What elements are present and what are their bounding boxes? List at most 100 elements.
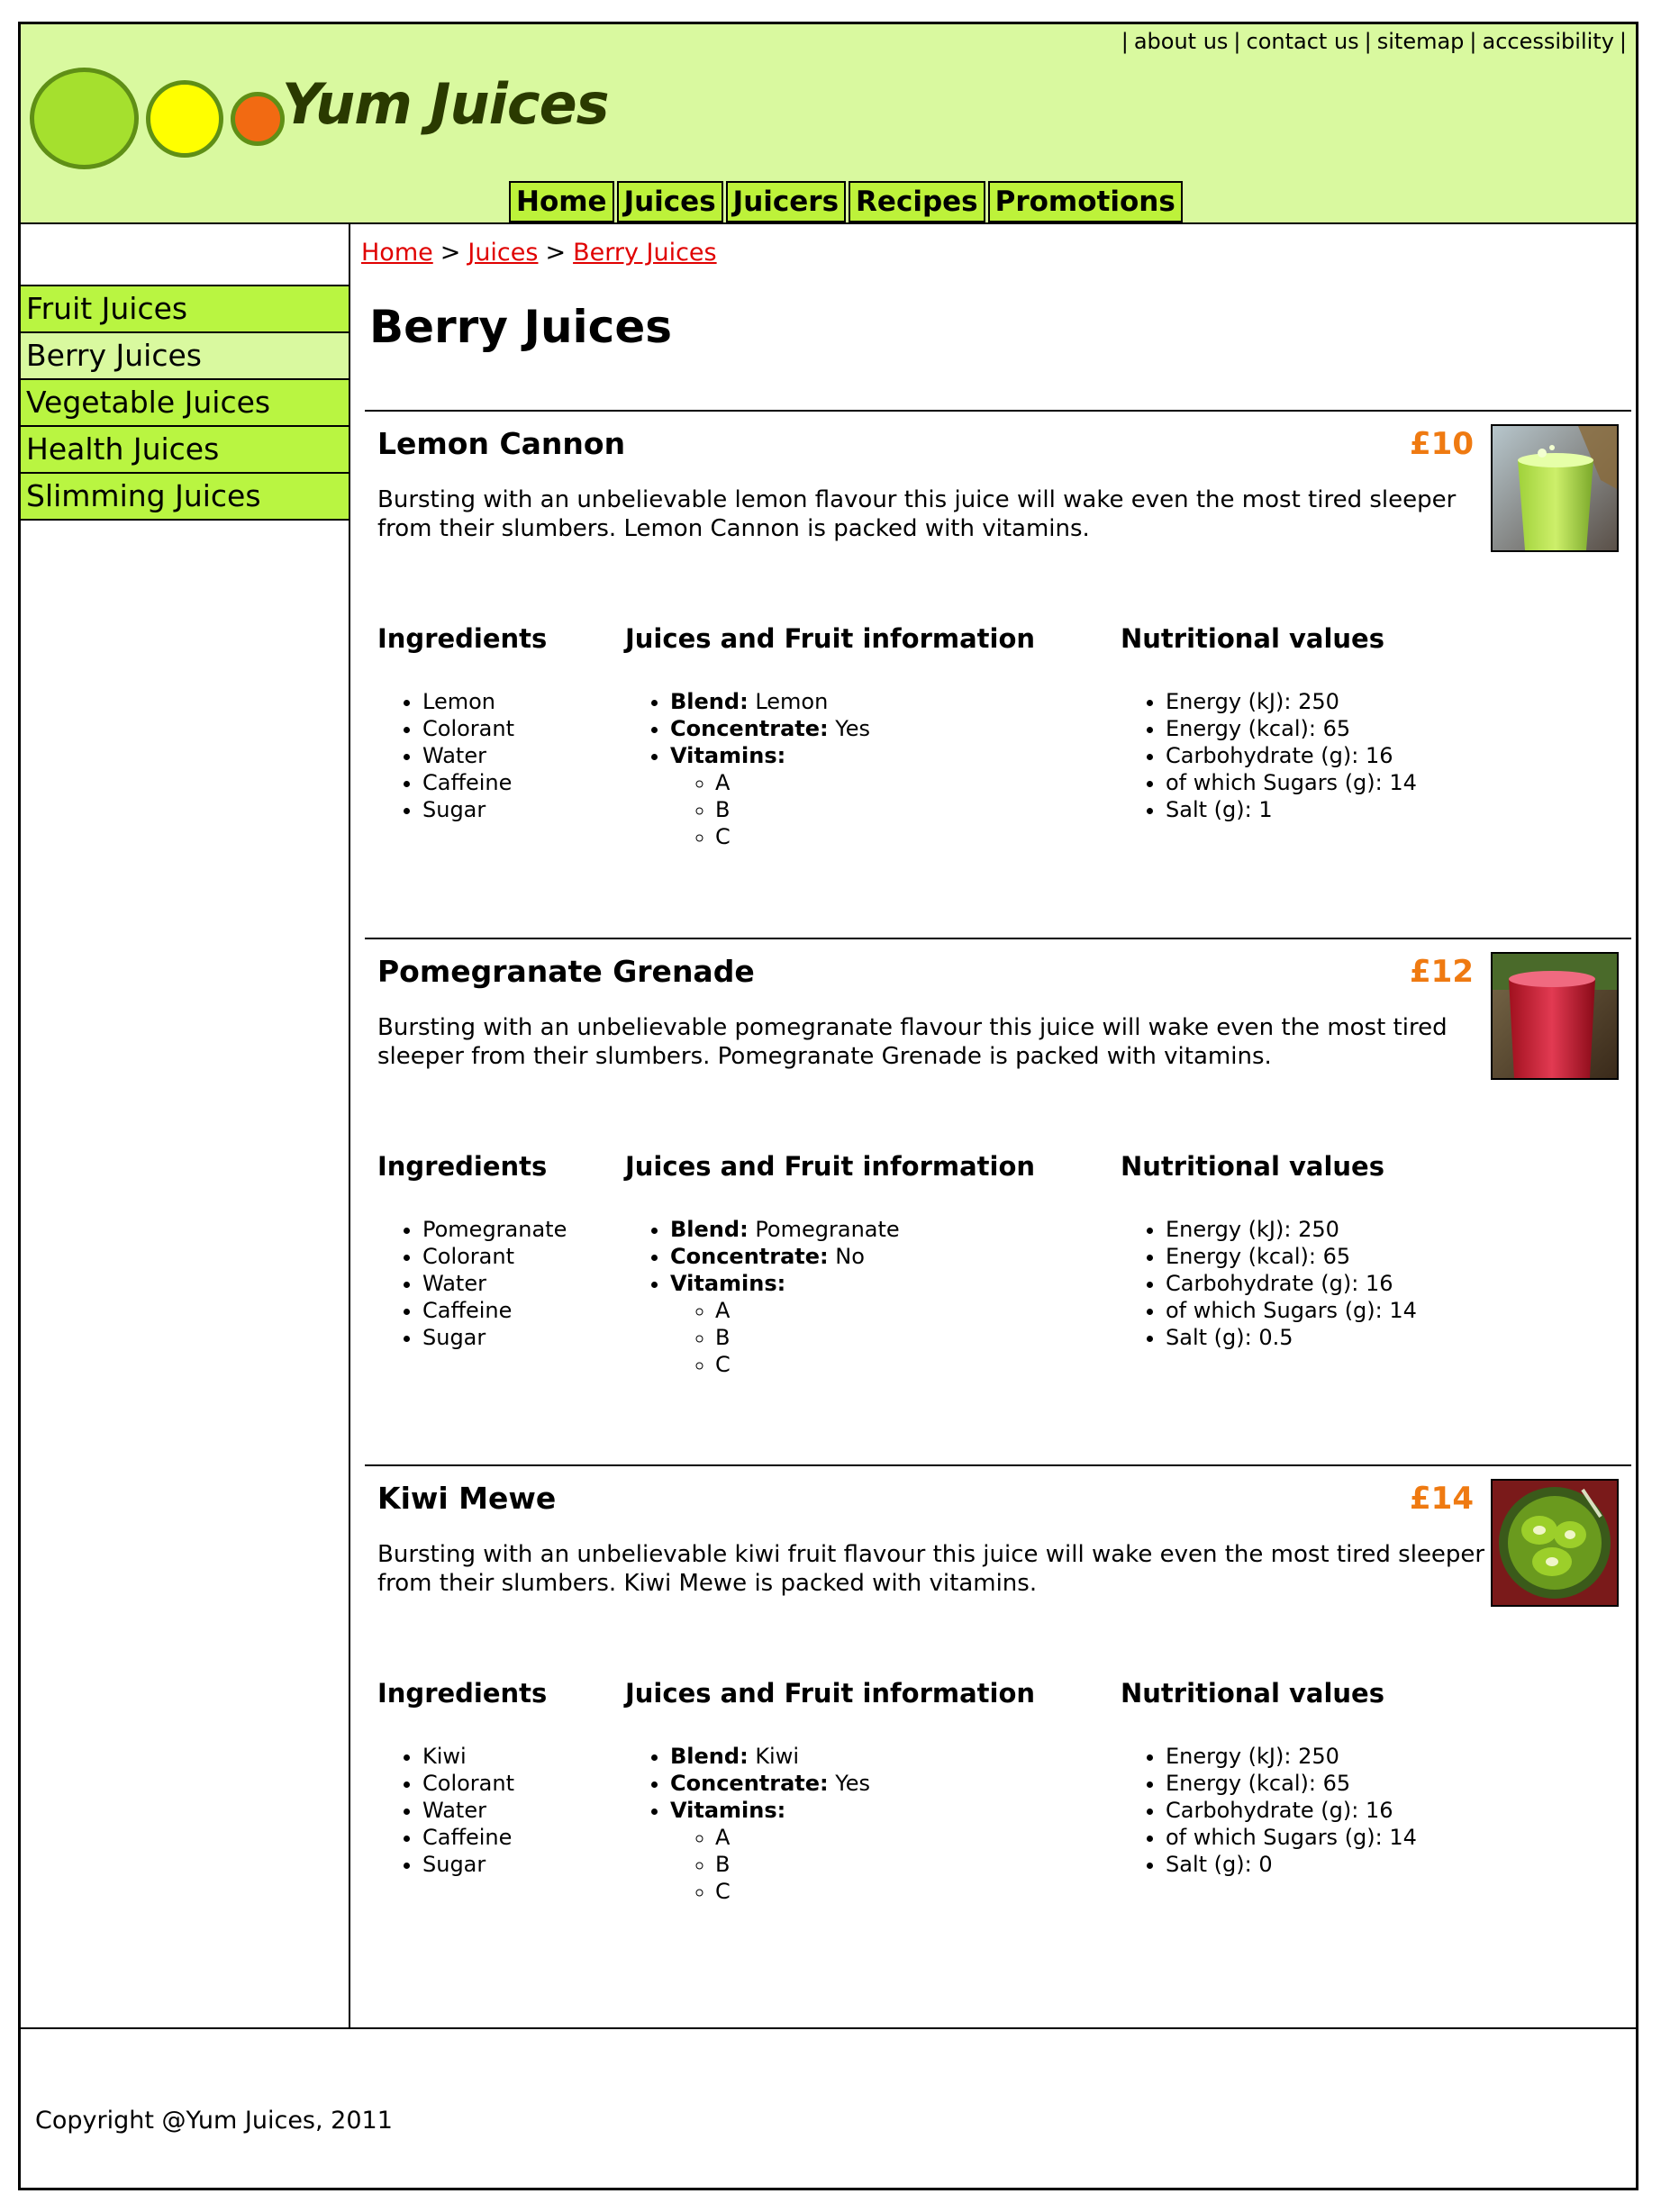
list-item: Colorant: [422, 1770, 547, 1797]
breadcrumb-home[interactable]: Home: [361, 239, 433, 267]
sidebar-item-berry-juices[interactable]: Berry Juices: [21, 331, 349, 378]
nav-promotions[interactable]: Promotions: [987, 181, 1183, 222]
list-item: C: [715, 823, 1035, 850]
utility-separator: |: [1619, 29, 1627, 54]
concentrate-value: Yes: [835, 1771, 871, 1796]
ingredients-list: Lemon Colorant Water Caffeine Sugar: [377, 688, 547, 823]
list-item: Sugar: [422, 796, 547, 823]
nav-juices[interactable]: Juices: [616, 181, 723, 222]
sidebar-nav: Fruit Juices Berry Juices Vegetable Juic…: [21, 285, 349, 521]
blend-value: Kiwi: [755, 1744, 800, 1769]
list-item: of which Sugars (g): 14: [1166, 1297, 1417, 1324]
utility-separator: |: [1233, 29, 1241, 54]
list-item: Sugar: [422, 1851, 547, 1878]
sidebar-item-slimming-juices[interactable]: Slimming Juices: [21, 472, 349, 521]
nutrition-heading: Nutritional values: [1121, 1151, 1384, 1182]
sidebar-item-fruit-juices[interactable]: Fruit Juices: [21, 285, 349, 331]
list-item: Vitamins: A B C: [670, 1270, 1035, 1378]
breadcrumb-berry-juices[interactable]: Berry Juices: [573, 239, 717, 267]
breadcrumb-separator: >: [440, 239, 461, 267]
list-item: Carbohydrate (g): 16: [1166, 1270, 1417, 1297]
list-item: Energy (kcal): 65: [1166, 1243, 1417, 1270]
utility-link-sitemap[interactable]: sitemap: [1377, 29, 1465, 54]
vitamins-list: A B C: [670, 769, 1035, 850]
product-image-kiwi-juice[interactable]: [1491, 1479, 1619, 1607]
list-item: Lemon: [422, 688, 547, 715]
nav-juicers[interactable]: Juicers: [725, 181, 847, 222]
logo-yellow-circle: [146, 80, 223, 158]
product-description: Bursting with an unbelievable lemon flav…: [377, 486, 1457, 542]
sidebar-item-vegetable-juices[interactable]: Vegetable Juices: [21, 378, 349, 425]
list-item: Blend: Kiwi: [670, 1743, 1035, 1770]
page-frame: | about us | contact us | sitemap | accessibili…: [18, 22, 1638, 2190]
product-image-green-juice[interactable]: [1491, 424, 1619, 552]
nutrition-heading: Nutritional values: [1121, 623, 1384, 654]
nav-home[interactable]: Home: [509, 181, 614, 222]
main-content: Home > Juices > Berry Juices Berry Juices Le…: [350, 224, 1636, 2027]
breadcrumb-juices[interactable]: Juices: [467, 239, 538, 267]
list-item: Energy (kcal): 65: [1166, 1770, 1417, 1797]
list-item: Colorant: [422, 715, 547, 742]
utility-links: | about us | contact us | sitemap | accessibili…: [1116, 25, 1632, 58]
product-pomegranate-grenade: Pomegranate Grenade £12 Bursting with an…: [365, 938, 1631, 1466]
product-description: Bursting with an unbelievable kiwi fruit…: [377, 1541, 1485, 1597]
list-item: Colorant: [422, 1243, 567, 1270]
ingredients-heading: Ingredients: [377, 623, 548, 654]
concentrate-value: No: [835, 1244, 865, 1269]
utility-link-accessibility[interactable]: accessibility: [1483, 29, 1614, 54]
product-name: Kiwi Mewe: [377, 1481, 557, 1516]
info-column: Juices and Fruit information Blend: Kiwi…: [625, 1678, 1035, 1905]
ingredients-column: Ingredients Lemon Colorant Water Caffein…: [377, 623, 547, 823]
list-item: B: [715, 1324, 1035, 1351]
blend-label: Blend:: [670, 689, 749, 714]
product-price: £14: [1410, 1481, 1474, 1517]
product-image-red-juice[interactable]: [1491, 952, 1619, 1080]
logo-green-circle: [30, 68, 139, 169]
nav-recipes[interactable]: Recipes: [849, 181, 985, 222]
utility-link-contact-us[interactable]: contact us: [1247, 29, 1359, 54]
nutrition-column: Nutritional values Energy (kJ): 250 Ener…: [1121, 623, 1417, 823]
list-item: Pomegranate: [422, 1216, 567, 1243]
sidebar-item-health-juices[interactable]: Health Juices: [21, 425, 349, 472]
vitamins-label: Vitamins:: [670, 743, 786, 768]
site-header: | about us | contact us | sitemap | accessibili…: [21, 24, 1636, 224]
concentrate-label: Concentrate:: [670, 716, 829, 741]
vitamins-label: Vitamins:: [670, 1798, 786, 1823]
blend-label: Blend:: [670, 1744, 749, 1769]
info-heading: Juices and Fruit information: [625, 1151, 1036, 1182]
sidebar: Fruit Juices Berry Juices Vegetable Juic…: [21, 224, 350, 2027]
ingredients-list: Pomegranate Colorant Water Caffeine Suga…: [377, 1216, 567, 1351]
ingredients-heading: Ingredients: [377, 1678, 548, 1709]
info-heading: Juices and Fruit information: [625, 1678, 1036, 1709]
utility-link-about-us[interactable]: about us: [1134, 29, 1229, 54]
ingredients-list: Kiwi Colorant Water Caffeine Sugar: [377, 1743, 547, 1878]
list-item: Energy (kJ): 250: [1166, 1743, 1417, 1770]
list-item: of which Sugars (g): 14: [1166, 1824, 1417, 1851]
info-list: Blend: Kiwi Concentrate: Yes Vitamins: A…: [625, 1743, 1035, 1905]
product-kiwi-mewe: Kiwi Mewe £14 Bursting with an unbelieva…: [365, 1464, 1631, 2007]
site-logo-text[interactable]: Yum Juices: [282, 71, 610, 137]
info-column: Juices and Fruit information Blend: Pome…: [625, 1151, 1035, 1378]
product-name: Pomegranate Grenade: [377, 954, 755, 989]
list-item: A: [715, 769, 1035, 796]
concentrate-value: Yes: [835, 716, 871, 741]
list-item: Blend: Pomegranate: [670, 1216, 1035, 1243]
product-description: Bursting with an unbelievable pomegranat…: [377, 1014, 1448, 1070]
blend-value: Lemon: [755, 689, 829, 714]
nutrition-list: Energy (kJ): 250 Energy (kcal): 65 Carbo…: [1121, 1743, 1417, 1878]
breadcrumb-separator: >: [545, 239, 567, 267]
product-name: Lemon Cannon: [377, 426, 626, 461]
list-item: Concentrate: Yes: [670, 1770, 1035, 1797]
ingredients-heading: Ingredients: [377, 1151, 548, 1182]
list-item: Concentrate: No: [670, 1243, 1035, 1270]
info-column: Juices and Fruit information Blend: Lemo…: [625, 623, 1035, 850]
list-item: Kiwi: [422, 1743, 547, 1770]
copyright-text: Copyright @Yum Juices, 2011: [35, 2107, 393, 2135]
list-item: Salt (g): 1: [1166, 796, 1417, 823]
list-item: Blend: Lemon: [670, 688, 1035, 715]
list-item: B: [715, 796, 1035, 823]
nutrition-list: Energy (kJ): 250 Energy (kcal): 65 Carbo…: [1121, 1216, 1417, 1351]
nutrition-heading: Nutritional values: [1121, 1678, 1384, 1709]
logo-circles-icon[interactable]: [30, 68, 300, 176]
ingredients-column: Ingredients Pomegranate Colorant Water C…: [377, 1151, 567, 1351]
